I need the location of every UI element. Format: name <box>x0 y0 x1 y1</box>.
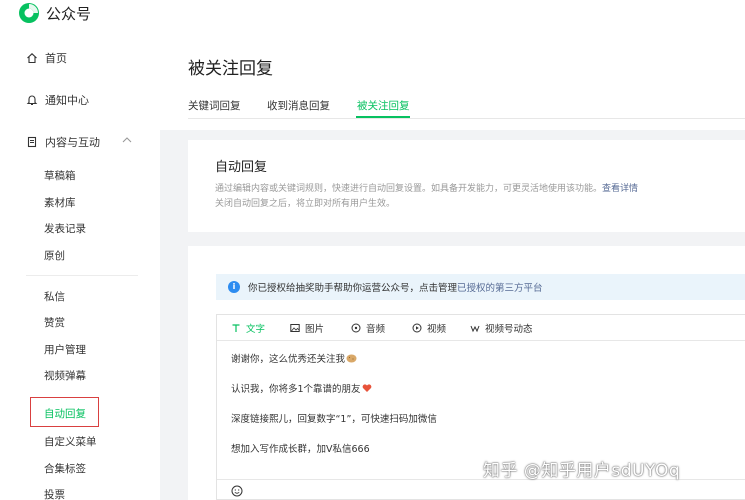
bell-icon <box>26 94 38 106</box>
potato-emoji-icon <box>346 354 357 363</box>
editor-tab-image[interactable]: 图片 <box>290 321 324 335</box>
nav-original[interactable]: 原创 <box>44 248 65 263</box>
top-bar: 公众号 <box>0 0 745 32</box>
tab-keyword-reply[interactable]: 关键词回复 <box>188 98 241 113</box>
editor-tab-channels[interactable]: 视频号动态 <box>470 321 533 335</box>
editor-tab-audio-label: 音频 <box>366 324 386 335</box>
nav-auto-reply[interactable]: 自动回复 <box>44 406 86 421</box>
nav-rewards[interactable]: 赞赏 <box>44 315 65 330</box>
emoji-picker-icon[interactable] <box>231 485 243 497</box>
channels-icon <box>470 325 480 333</box>
auto-desc-line1: 通过编辑内容或关键词规则，快速进行自动回复设置。如具备开发能力，可更灵活地使用该… <box>215 184 603 194</box>
auto-reply-title: 自动回复 <box>215 160 268 175</box>
reply-line-2-text: 认识我，你将多1个靠谱的朋友 <box>231 384 361 395</box>
nav-notifications[interactable]: 通知中心 <box>26 90 89 110</box>
tab-message-reply[interactable]: 收到消息回复 <box>267 98 330 113</box>
nav-messages[interactable]: 私信 <box>44 289 65 304</box>
reply-line-4-text: 想加入写作成长群，加V私信666 <box>231 444 370 455</box>
reply-line-1-text: 谢谢你，这么优秀还关注我 <box>231 354 346 365</box>
nav-home[interactable]: 首页 <box>26 48 67 68</box>
nav-collection-tags[interactable]: 合集标签 <box>44 461 86 476</box>
auto-reply-description: 通过编辑内容或关键词规则，快速进行自动回复设置。如具备开发能力，可更灵活地使用该… <box>215 182 675 212</box>
nav-content[interactable]: 内容与互动 <box>26 132 100 152</box>
section-gap <box>160 130 745 140</box>
editor-tab-text[interactable]: 文字 <box>231 321 265 335</box>
editor-tab-text-label: 文字 <box>246 324 266 335</box>
app-title: 公众号 <box>46 5 92 23</box>
wechat-official-logo-icon <box>19 3 39 23</box>
authorization-notice: i 你已授权给抽奖助手帮助你运营公众号，点击管理已授权的第三方平台 <box>216 274 745 300</box>
editor-tab-channels-label: 视频号动态 <box>485 324 533 335</box>
home-icon <box>26 52 38 64</box>
audio-icon <box>351 323 361 333</box>
editor-tab-audio[interactable]: 音频 <box>351 321 385 335</box>
auto-desc-line2: 关闭自动回复之后，将立即对所有用户生效。 <box>215 199 396 209</box>
section-gap-2 <box>160 232 745 246</box>
info-icon: i <box>228 281 240 293</box>
nav-video-danmaku[interactable]: 视频弹幕 <box>44 368 86 383</box>
zhihu-watermark: 知乎 @知乎用户sdUYOq <box>483 461 681 481</box>
reply-line-3: 深度链接熙儿，回复数字“1”，可快速扫码加微信 <box>231 411 437 425</box>
document-icon <box>26 136 38 148</box>
nav-notifications-label: 通知中心 <box>45 94 89 107</box>
page-title: 被关注回复 <box>188 59 273 79</box>
reply-line-2: 认识我，你将多1个靠谱的朋友 <box>231 381 372 395</box>
reply-line-4: 想加入写作成长群，加V私信666 <box>231 441 370 455</box>
notice-message: 你已授权给抽奖助手帮助你运营公众号，点击管理 <box>248 283 458 294</box>
nav-drafts[interactable]: 草稿箱 <box>44 168 76 183</box>
editor-tabs: 文字 图片 音频 视频 视频号动态 <box>217 315 745 341</box>
nav-votes[interactable]: 投票 <box>44 487 65 500</box>
tabs-divider <box>188 118 745 119</box>
text-icon <box>232 324 240 332</box>
heart-emoji-icon <box>362 384 371 392</box>
chevron-up-icon[interactable] <box>122 136 132 144</box>
nav-home-label: 首页 <box>45 52 67 65</box>
main-panel: 被关注回复 关键词回复 收到消息回复 被关注回复 自动回复 通过编辑内容或关键词… <box>160 32 745 500</box>
nav-publish-records[interactable]: 发表记录 <box>44 221 86 236</box>
nav-materials[interactable]: 素材库 <box>44 195 76 210</box>
image-icon <box>290 324 300 332</box>
sidebar-divider <box>26 275 138 276</box>
nav-user-management[interactable]: 用户管理 <box>44 342 86 357</box>
reply-line-1: 谢谢你，这么优秀还关注我 <box>231 351 357 365</box>
nav-custom-menu[interactable]: 自定义菜单 <box>44 434 97 449</box>
editor-tab-video-label: 视频 <box>427 324 447 335</box>
section-gap-left <box>160 130 188 500</box>
third-party-platform-link[interactable]: 已授权的第三方平台 <box>457 283 543 294</box>
editor-tab-video[interactable]: 视频 <box>412 321 446 335</box>
active-tab-indicator <box>356 116 410 118</box>
editor-tab-image-label: 图片 <box>305 324 325 335</box>
nav-content-label: 内容与互动 <box>45 136 100 149</box>
view-details-link[interactable]: 查看详情 <box>602 184 638 194</box>
reply-line-3-text: 深度链接熙儿，回复数字“1”，可快速扫码加微信 <box>231 414 437 425</box>
notice-text: 你已授权给抽奖助手帮助你运营公众号，点击管理已授权的第三方平台 <box>248 280 543 294</box>
tab-follow-reply[interactable]: 被关注回复 <box>357 98 410 113</box>
video-icon <box>412 323 422 333</box>
